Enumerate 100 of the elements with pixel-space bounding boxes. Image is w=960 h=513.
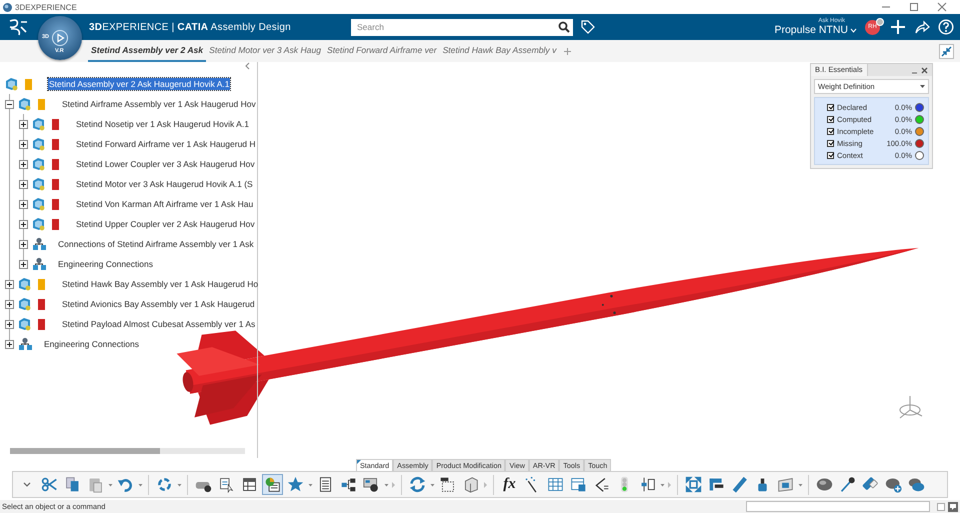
collapse-panel-icon[interactable] <box>244 62 250 70</box>
organization-name[interactable]: Propulse NTNU <box>774 24 848 36</box>
formula-button[interactable]: fx <box>499 474 520 495</box>
cube-icon <box>32 197 45 211</box>
slider-icon <box>639 476 656 493</box>
cube-icon <box>18 97 31 111</box>
frame-icon <box>777 476 794 493</box>
cube-icon <box>32 137 45 151</box>
eraser-icon <box>862 476 879 493</box>
table-icon <box>241 476 258 493</box>
grid-icon <box>547 476 564 493</box>
dropper-icon <box>839 476 856 493</box>
tree-node-label[interactable]: Stetind Hawk Bay Assembly ver 1 Ask Haugerud Ho <box>61 278 260 290</box>
expander-toggle[interactable] <box>19 180 28 188</box>
expander-toggle[interactable] <box>19 200 28 208</box>
expander-toggle[interactable] <box>19 240 28 248</box>
app-icon <box>3 2 12 12</box>
chevron-down-icon[interactable] <box>850 28 857 32</box>
undo-icon <box>117 476 134 493</box>
cycle-icon <box>156 476 173 493</box>
cube-icon <box>18 317 31 331</box>
tree-node-label[interactable]: Engineering Connections <box>43 338 140 350</box>
list-cursor-icon <box>218 476 235 493</box>
expander-toggle[interactable] <box>19 120 28 128</box>
sphere-icon <box>816 476 833 493</box>
document-tab[interactable]: Stetind Motor ver 3 Ask Haug <box>206 40 324 62</box>
cube-icon <box>18 297 31 311</box>
window-title: 3DEXPERIENCE <box>15 2 77 12</box>
search-icon[interactable] <box>558 21 570 33</box>
tree-node-label[interactable]: Stetind Airframe Assembly ver 1 Ask Haugerud Hov <box>61 98 257 110</box>
expander-toggle[interactable] <box>5 300 14 308</box>
tree-node-label[interactable]: Stetind Payload Almost Cubesat Assembly ver 1 As <box>61 318 256 330</box>
add-tab-icon[interactable] <box>563 46 572 56</box>
cube-icon <box>18 277 31 291</box>
tree-node-label[interactable]: Stetind Nosetip ver 1 Ask Haugerud Hovik A.1 <box>75 118 250 130</box>
checkbox[interactable] <box>827 152 834 158</box>
tree-node-label[interactable]: Stetind Lower Coupler ver 3 Ask Haugerud Hov <box>75 158 256 170</box>
tree-node-label[interactable]: Stetind Assembly ver 2 Ask Haugerud Hovik A.1 <box>48 78 230 90</box>
cube-icon <box>32 157 45 171</box>
chart-table-tool[interactable] <box>262 474 283 495</box>
arrows-icon <box>685 476 702 493</box>
expander-toggle[interactable] <box>19 140 28 148</box>
checkbox[interactable] <box>827 116 834 122</box>
tree-node-label[interactable]: Connections of Stetind Airframe Assembly ver 1 Ask <box>57 238 255 250</box>
select-box-icon <box>439 476 456 493</box>
star-icon <box>287 476 304 493</box>
tree-node-label[interactable]: Stetind Avionics Bay Assembly ver 1 Ask Haugerud <box>61 298 256 310</box>
list-icon <box>317 476 334 493</box>
checkbox[interactable] <box>827 140 834 146</box>
expander-toggle[interactable] <box>5 280 14 288</box>
tree-node-label[interactable]: Stetind Upper Coupler ver 2 Ask Haugerud Hov <box>75 218 256 230</box>
caret-icon <box>920 84 925 88</box>
arrows-tool[interactable] <box>683 474 704 495</box>
expander-toggle[interactable] <box>19 220 28 228</box>
cube-icon <box>32 217 45 231</box>
document-tab[interactable]: Stetind Forward Airframe ver <box>324 40 440 62</box>
shape-add-icon <box>885 476 902 493</box>
play-icon[interactable] <box>52 30 68 46</box>
cube-icon <box>32 117 45 131</box>
shapes-icon <box>908 476 925 493</box>
tag-icon[interactable] <box>580 19 596 35</box>
checkbox[interactable] <box>827 104 834 110</box>
connection-icon <box>18 337 33 351</box>
document-tab[interactable]: Stetind Hawk Bay Assembly v <box>440 40 560 62</box>
cube-icon <box>5 77 18 91</box>
copy-icon <box>64 476 81 493</box>
share-icon[interactable] <box>914 19 930 35</box>
gear-panel-icon <box>363 476 380 493</box>
connection-icon <box>32 237 47 251</box>
tree-node-label[interactable]: Stetind Motor ver 3 Ask Haugerud Hovik A.1 (S <box>75 178 254 190</box>
tree-node-label[interactable]: Stetind Von Karman Aft Airframe ver 1 Ask Hau <box>75 198 254 210</box>
expander-toggle[interactable] <box>5 320 14 328</box>
part-box-icon <box>462 476 479 493</box>
command-field[interactable] <box>746 501 930 512</box>
refresh-tool[interactable] <box>407 474 428 495</box>
plus-icon[interactable] <box>890 19 906 35</box>
expander-toggle[interactable] <box>19 260 28 268</box>
cube-icon <box>32 177 45 191</box>
expander-toggle[interactable] <box>5 340 14 348</box>
collapse-view-button[interactable] <box>939 44 954 58</box>
axis-triad-icon <box>900 396 922 418</box>
checkbox[interactable] <box>827 128 834 134</box>
chat-icon[interactable] <box>948 502 958 512</box>
expander-toggle[interactable] <box>19 160 28 168</box>
clamp-icon <box>708 476 725 493</box>
menu-chevron-icon <box>22 482 30 487</box>
help-icon[interactable] <box>938 19 954 35</box>
close-icon[interactable] <box>921 66 928 74</box>
expander-toggle[interactable] <box>5 100 14 108</box>
scissors-icon <box>41 476 58 493</box>
horizontal-scrollbar[interactable] <box>10 448 245 454</box>
connection-icon <box>32 257 47 271</box>
angle-icon <box>593 476 610 493</box>
search-field[interactable]: Search <box>351 18 573 36</box>
app-title: 3DEXPERIENCE | CATIA Assembly Design <box>89 22 292 32</box>
refresh-icon <box>409 476 426 493</box>
tree-node-label[interactable]: Engineering Connections <box>57 258 154 270</box>
table-cube-icon <box>570 476 587 493</box>
chart-table-icon <box>264 476 281 493</box>
tree-node-label[interactable]: Stetind Forward Airframe ver 1 Ask Haugerud H <box>75 138 257 150</box>
